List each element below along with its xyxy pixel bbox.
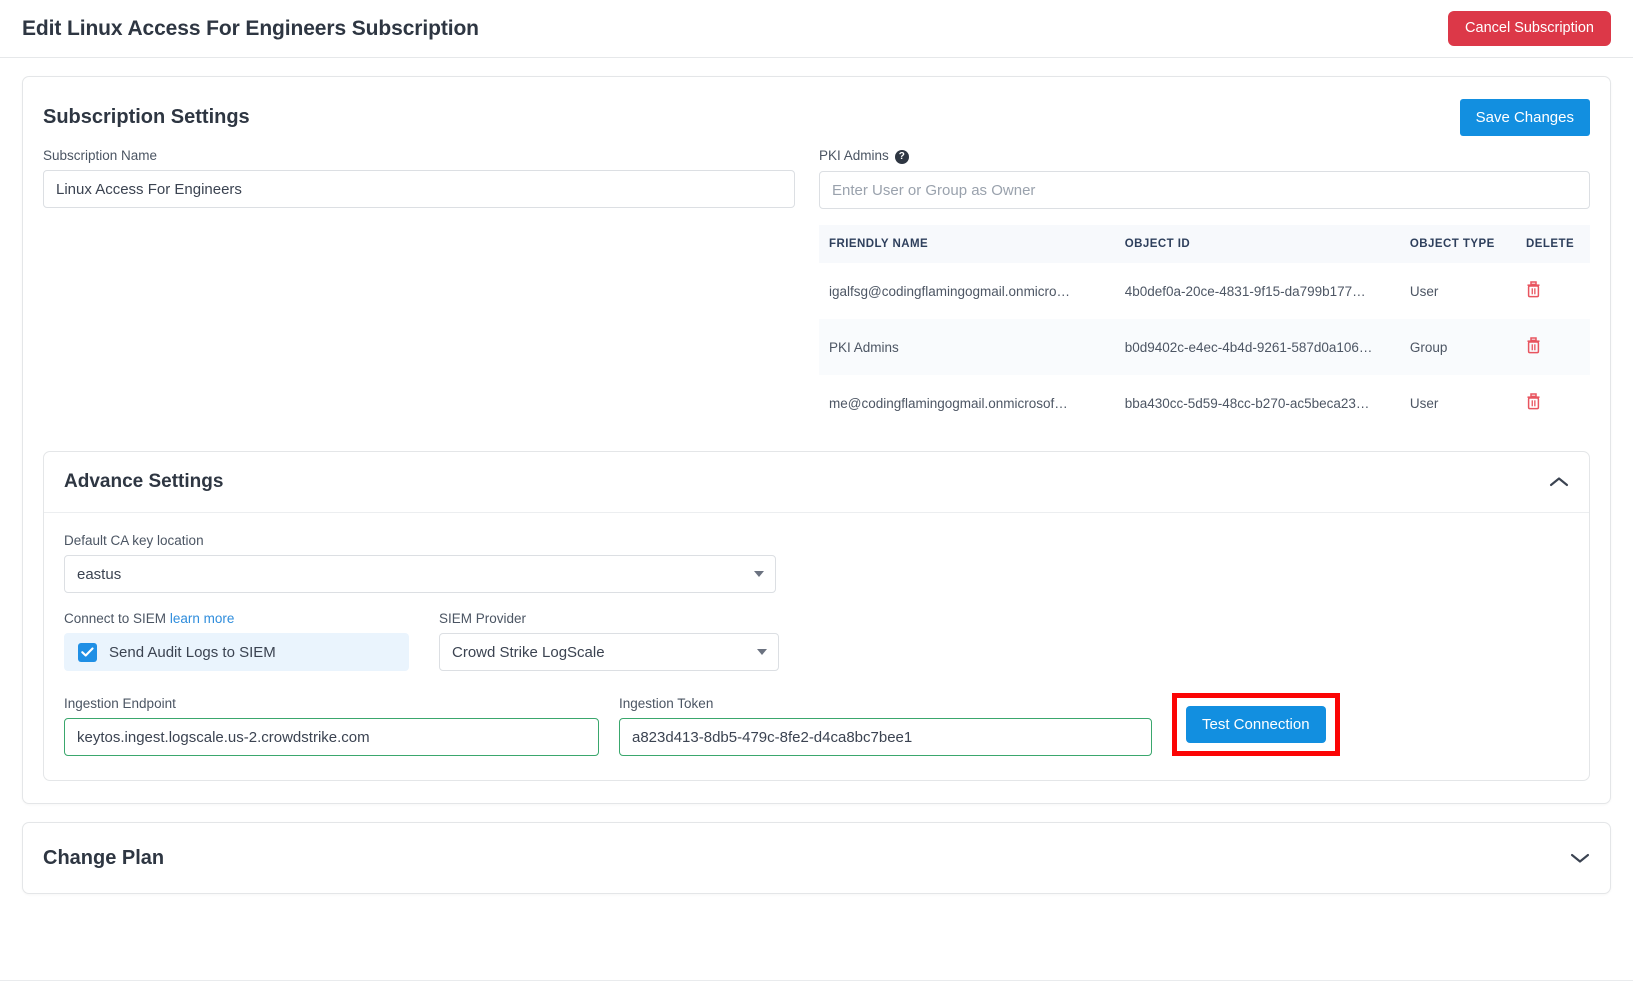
change-plan-card[interactable]: Change Plan (22, 822, 1611, 894)
siem-provider-label: SIEM Provider (439, 611, 527, 626)
page-body: Subscription Settings Save Changes Subsc… (0, 58, 1633, 804)
ca-key-location-value: eastus (77, 565, 122, 583)
table-header-row: FRIENDLY NAME OBJECT ID OBJECT TYPE DELE… (819, 225, 1590, 263)
ingestion-token-group: Ingestion Token (619, 696, 1152, 756)
pki-admins-table-head: FRIENDLY NAME OBJECT ID OBJECT TYPE DELE… (819, 225, 1590, 263)
pki-admins-table-body: igalfsg@codingflamingogmail.onmicro… 4b0… (819, 263, 1590, 431)
subscription-name-input[interactable] (43, 170, 795, 208)
check-icon (81, 647, 94, 657)
subscription-settings-card: Subscription Settings Save Changes Subsc… (22, 76, 1611, 804)
connect-to-siem-label-text: Connect to SIEM (64, 611, 167, 626)
table-row: me@codingflamingogmail.onmicrosof… bba43… (819, 375, 1590, 431)
cell-object-id: 4b0def0a-20ce-4831-9f15-da799b177… (1124, 283, 1366, 299)
subscription-settings-header: Subscription Settings Save Changes (23, 77, 1610, 148)
chevron-up-icon[interactable] (1549, 476, 1569, 488)
ingestion-token-label: Ingestion Token (619, 696, 714, 711)
column-header-friendly-name: FRIENDLY NAME (819, 225, 1115, 263)
pki-admins-search-input[interactable] (819, 171, 1590, 209)
advance-settings-body: Default CA key location eastus Connect t… (44, 513, 1589, 780)
subscription-name-label: Subscription Name (43, 148, 158, 163)
advance-settings-header[interactable]: Advance Settings (44, 452, 1589, 513)
advance-settings-wrap: Advance Settings Default CA key location… (23, 451, 1610, 781)
advance-settings-title: Advance Settings (64, 471, 224, 492)
ingestion-row: Ingestion Endpoint Ingestion Token Test … (64, 693, 1569, 756)
subscription-name-group: Subscription Name (43, 148, 795, 431)
cell-friendly-name: PKI Admins (829, 339, 899, 355)
delete-row-button[interactable] (1526, 337, 1541, 354)
save-changes-button[interactable]: Save Changes (1459, 99, 1590, 136)
trash-icon (1527, 281, 1540, 298)
cell-friendly-name: igalfsg@codingflamingogmail.onmicro… (829, 283, 1071, 299)
cell-delete (1516, 375, 1590, 431)
connect-to-siem-group: Connect to SIEM learn more Send Audit Lo… (64, 611, 409, 671)
pki-admins-group: PKI Admins? FRIENDLY NAME OBJECT ID OBJE… (819, 148, 1590, 431)
send-audit-logs-label: Send Audit Logs to SIEM (109, 643, 276, 661)
pki-admins-label-text: PKI Admins (819, 148, 889, 163)
cell-object-type: Group (1409, 339, 1448, 355)
advance-settings-card: Advance Settings Default CA key location… (43, 451, 1590, 781)
test-connection-button[interactable]: Test Connection (1186, 706, 1326, 743)
table-row: PKI Admins b0d9402c-e4ec-4b4d-9261-587d0… (819, 319, 1590, 375)
chevron-down-icon (754, 571, 764, 577)
siem-provider-value: Crowd Strike LogScale (452, 643, 605, 661)
test-connection-highlight: Test Connection (1172, 693, 1340, 756)
ingestion-token-input[interactable] (619, 718, 1152, 756)
siem-provider-group: SIEM Provider Crowd Strike LogScale (439, 611, 779, 671)
trash-icon (1527, 337, 1540, 354)
subscription-settings-title: Subscription Settings (43, 106, 250, 128)
change-plan-title: Change Plan (43, 846, 165, 869)
pki-admins-table: FRIENDLY NAME OBJECT ID OBJECT TYPE DELE… (819, 225, 1590, 431)
chevron-down-icon[interactable] (1570, 852, 1590, 864)
ca-key-location-label: Default CA key location (64, 533, 204, 548)
ingestion-endpoint-input[interactable] (64, 718, 599, 756)
cell-delete (1516, 263, 1590, 319)
learn-more-link[interactable]: learn more (170, 611, 235, 626)
connect-to-siem-label: Connect to SIEM learn more (64, 611, 409, 626)
ingestion-endpoint-label: Ingestion Endpoint (64, 696, 176, 711)
delete-row-button[interactable] (1526, 393, 1541, 410)
column-header-object-type: OBJECT TYPE (1399, 225, 1517, 263)
ca-key-location-group: Default CA key location eastus (64, 533, 776, 593)
ingestion-endpoint-group: Ingestion Endpoint (64, 696, 599, 756)
column-header-delete: DELETE (1516, 225, 1590, 263)
cell-object-id: bba430cc-5d59-48cc-b270-ac5beca23… (1124, 395, 1370, 411)
page-title: Edit Linux Access For Engineers Subscrip… (22, 16, 479, 40)
cancel-subscription-button[interactable]: Cancel Subscription (1448, 10, 1611, 47)
pki-admins-label: PKI Admins? (819, 148, 1590, 164)
cell-object-type: User (1409, 283, 1439, 299)
help-icon[interactable]: ? (894, 150, 909, 164)
cell-delete (1516, 319, 1590, 375)
settings-columns: Subscription Name PKI Admins? FRIENDLY N… (23, 148, 1610, 431)
table-row: igalfsg@codingflamingogmail.onmicro… 4b0… (819, 263, 1590, 319)
delete-row-button[interactable] (1526, 281, 1541, 298)
siem-row: Connect to SIEM learn more Send Audit Lo… (64, 611, 1569, 671)
trash-icon (1527, 393, 1540, 410)
send-audit-logs-checkbox[interactable] (78, 642, 97, 662)
siem-provider-select[interactable]: Crowd Strike LogScale (439, 633, 779, 671)
send-audit-logs-panel[interactable]: Send Audit Logs to SIEM (64, 633, 409, 671)
cell-object-id: b0d9402c-e4ec-4b4d-9261-587d0a106… (1124, 339, 1373, 355)
chevron-down-icon (757, 649, 767, 655)
ca-key-location-select[interactable]: eastus (64, 555, 776, 593)
page-header: Edit Linux Access For Engineers Subscrip… (0, 0, 1633, 58)
column-header-object-id: OBJECT ID (1114, 225, 1400, 263)
cell-friendly-name: me@codingflamingogmail.onmicrosof… (829, 395, 1068, 411)
cell-object-type: User (1409, 395, 1439, 411)
